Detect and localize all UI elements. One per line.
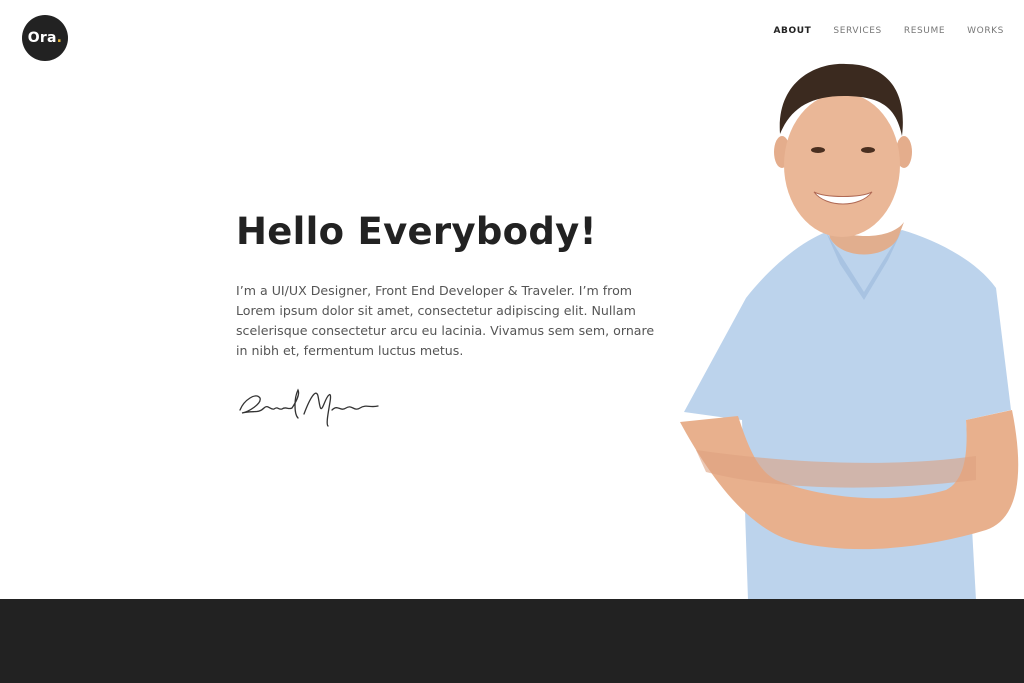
- nav-services[interactable]: SERVICES: [833, 26, 881, 36]
- person-portrait-icon: [680, 63, 1019, 600]
- logo-text: Ora: [27, 30, 57, 46]
- logo-dot: .: [56, 30, 63, 46]
- signature-icon: [239, 388, 379, 427]
- nav-resume[interactable]: RESUME: [904, 26, 945, 36]
- main-nav: ABOUT SERVICES RESUME WORKS: [773, 26, 1004, 36]
- logo[interactable]: Ora.: [22, 15, 68, 61]
- nav-about[interactable]: ABOUT: [773, 26, 811, 36]
- nav-works[interactable]: WORKS: [967, 26, 1004, 36]
- hero-intro: I’m a UI/UX Designer, Front End Develope…: [236, 283, 655, 358]
- hero-title: Hello Everybody!: [236, 210, 597, 253]
- footer-band: [0, 599, 1024, 683]
